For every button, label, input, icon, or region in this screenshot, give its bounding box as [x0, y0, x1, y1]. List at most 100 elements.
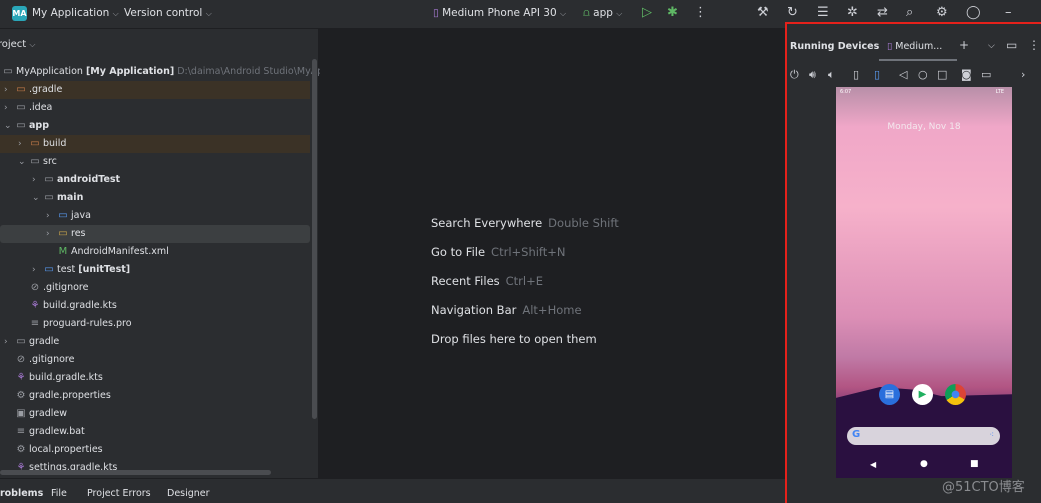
tree-item[interactable]: ⚘ build.gradle.kts — [0, 297, 310, 315]
nav-recents-icon[interactable]: ■ — [970, 459, 979, 469]
chevron-right-icon[interactable]: › — [46, 207, 50, 225]
tree-item[interactable]: ⌄ ▭ src — [0, 153, 310, 171]
nav-home-icon[interactable]: ● — [920, 459, 928, 469]
tree-item[interactable]: ≡ proguard-rules.pro — [0, 315, 310, 333]
tab-project-errors[interactable]: Project Errors — [87, 488, 151, 499]
tree-item[interactable]: ▣ gradlew — [0, 405, 310, 423]
build-tools-icon[interactable]: ⚒ — [757, 5, 769, 20]
hint-action[interactable]: Navigation Bar — [431, 303, 516, 317]
tree-item[interactable]: › ▭ .gradle — [0, 81, 310, 99]
chrome-app-icon[interactable]: ● — [945, 384, 966, 405]
home-icon[interactable]: ○ — [918, 68, 928, 81]
tree-item[interactable]: › ▭ gradle — [0, 333, 310, 351]
tree-item[interactable]: ⊘ .gitignore — [0, 351, 310, 369]
terminal-file-icon: ▣ — [16, 408, 26, 419]
tree-item[interactable]: ⊘ .gitignore — [0, 279, 310, 297]
volume-up-icon[interactable]: 🔊︎ — [809, 68, 816, 82]
translate-icon[interactable]: ↻ — [787, 5, 798, 20]
chevron-right-icon[interactable]: › — [1021, 68, 1025, 81]
tab-designer[interactable]: Designer — [167, 488, 210, 499]
nav-back-icon[interactable]: ◀ — [870, 460, 876, 469]
bug-settings-icon[interactable]: ✲ — [847, 5, 858, 20]
more-icon[interactable]: ⋮ — [1028, 38, 1040, 52]
screenshot-icon[interactable]: ◙ — [961, 68, 972, 81]
hint-action[interactable]: Recent Files — [431, 274, 500, 288]
power-icon[interactable]: ⏻ — [790, 68, 799, 82]
sync-gradle-icon[interactable]: ⇄ — [877, 5, 888, 20]
tab-problems[interactable]: Problems — [0, 488, 43, 499]
tree-item[interactable]: › ▭ res — [0, 225, 310, 243]
minimize-icon[interactable]: – — [1005, 5, 1012, 20]
overview-icon[interactable]: □ — [937, 68, 947, 81]
item-name: java — [71, 210, 91, 221]
chevron-right-icon[interactable]: › — [4, 99, 8, 117]
add-icon[interactable]: + — [959, 38, 969, 52]
device-screen[interactable]: 6:07 LTE Monday, Nov 18 ▤ ▶ ● G ⁖ ◀ ● ■ — [836, 87, 1012, 478]
more-icon[interactable]: ⋮ — [694, 5, 707, 20]
tree-item[interactable]: › ▭ .idea — [0, 99, 310, 117]
tree-item-label: proguard-rules.pro — [43, 315, 132, 333]
play-store-app-icon[interactable]: ▶ — [912, 384, 933, 405]
hint-action[interactable]: Search Everywhere — [431, 216, 542, 230]
back-icon[interactable]: ◁ — [899, 68, 907, 81]
chevron-right-icon[interactable]: › — [18, 135, 22, 153]
horizontal-scrollbar[interactable] — [0, 470, 271, 475]
item-name: .gitignore — [29, 354, 75, 365]
project-name: My Application — [32, 7, 110, 19]
project-selector[interactable]: My Application ⌵ — [32, 7, 119, 19]
chevron-down-icon[interactable]: ⌵ — [988, 41, 995, 51]
tree-root[interactable]: ▭ MyApplication [My Application] D:\daim… — [0, 63, 364, 81]
rotate-right-icon[interactable]: ▯ — [874, 68, 880, 81]
run-config-selector[interactable]: ⩍ app ⌵ — [583, 7, 622, 20]
account-icon[interactable]: ◯ — [966, 5, 981, 20]
run-icon[interactable]: ▷ — [642, 5, 652, 20]
status-time: 6:07 — [840, 89, 852, 95]
tree-item-label: test [unitTest] — [57, 261, 130, 279]
tree-item[interactable]: ⚙ local.properties — [0, 441, 310, 459]
tree-item[interactable]: ⌄ ▭ main — [0, 189, 310, 207]
screen-record-icon[interactable]: ▭ — [981, 68, 991, 81]
debug-icon[interactable]: ✱ — [667, 5, 678, 20]
tree-item[interactable]: › ▭ androidTest — [0, 171, 310, 189]
assistant-icon[interactable]: ⁖ — [989, 430, 994, 439]
hint-action[interactable]: Go to File — [431, 245, 485, 259]
volume-down-icon[interactable]: 🔈︎ — [828, 68, 835, 82]
search-icon[interactable]: ⌕ — [906, 5, 913, 20]
chevron-down-icon[interactable]: ⌄ — [4, 117, 12, 135]
tree-item[interactable]: ⚙ gradle.properties — [0, 387, 310, 405]
chevron-down-icon[interactable]: ⌄ — [32, 189, 40, 207]
vcs-selector[interactable]: Version control ⌵ — [124, 7, 212, 19]
logcat-icon[interactable]: ☰ — [817, 5, 829, 20]
module-folder-icon: ▭ — [44, 174, 54, 185]
maximize-icon[interactable]: ▭ — [1006, 38, 1017, 52]
vertical-scrollbar[interactable] — [312, 59, 317, 419]
project-panel-title[interactable]: Project ⌵ — [0, 39, 35, 50]
rotate-left-icon[interactable]: ▯ — [853, 68, 859, 81]
tree-item[interactable]: › ▭ build — [0, 135, 310, 153]
tree-item[interactable]: ⚘ build.gradle.kts — [0, 369, 310, 387]
chevron-right-icon[interactable]: › — [4, 333, 8, 351]
google-search-bar[interactable]: G ⁖ — [847, 427, 1000, 445]
tree-item[interactable]: ≡ gradlew.bat — [0, 423, 310, 441]
item-name: src — [43, 156, 57, 167]
item-name: build — [43, 138, 67, 149]
settings-icon[interactable]: ⚙ — [936, 5, 948, 20]
chevron-right-icon[interactable]: › — [32, 261, 36, 279]
chevron-right-icon[interactable]: › — [32, 171, 36, 189]
item-name: androidTest — [57, 174, 121, 185]
folder-icon: ▭ — [16, 102, 26, 113]
chevron-down-icon[interactable]: ⌄ — [18, 153, 26, 171]
tree-item[interactable]: ⌄ ▭ app — [0, 117, 310, 135]
tab-file[interactable]: File — [51, 488, 67, 499]
chevron-right-icon[interactable]: › — [46, 225, 50, 243]
tree-item-label: build — [43, 135, 66, 153]
device-tab[interactable]: ▯ Medium... — [887, 41, 942, 52]
tree-item[interactable]: M AndroidManifest.xml — [0, 243, 310, 261]
device-selector[interactable]: ▯ Medium Phone API 30 ⌵ — [433, 7, 566, 19]
hint-action[interactable]: Drop files here to open them — [431, 332, 597, 346]
chevron-right-icon[interactable]: › — [4, 81, 8, 99]
messages-app-icon[interactable]: ▤ — [879, 384, 900, 405]
tree-item[interactable]: › ▭ java — [0, 207, 310, 225]
hint-shortcut: Ctrl+E — [505, 274, 544, 288]
tree-item[interactable]: › ▭ test [unitTest] — [0, 261, 310, 279]
